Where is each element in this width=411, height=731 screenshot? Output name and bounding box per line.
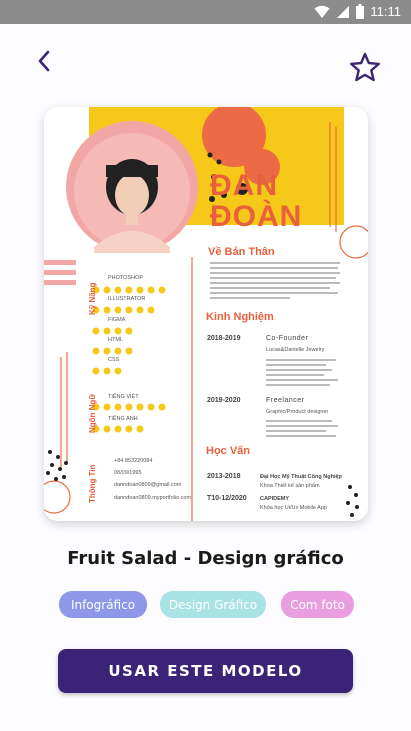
preview-skill: HTML — [108, 337, 123, 343]
preview-edu-years: T10-12/2020 — [207, 495, 247, 502]
preview-contact: danndoan0809.myportfolio.com — [114, 495, 192, 501]
tag-list: Infográfico Design Gráfico Com foto — [0, 591, 411, 619]
preview-name-line1: ĐAN — [210, 169, 278, 202]
preview-contact: 08/09/1995 — [114, 470, 142, 476]
preview-skill: PHOTOSHOP — [108, 275, 144, 281]
chevron-left-icon — [38, 50, 50, 72]
preview-contact-label: Thông Tin — [88, 464, 97, 503]
status-bar: 11:11 — [0, 0, 411, 24]
preview-exp-company: Lucas&Danielle Jewelry — [266, 347, 325, 353]
status-time: 11:11 — [370, 4, 401, 19]
preview-edu-detail: Khoa Thiết kế sản phẩm — [260, 483, 320, 489]
battery-icon — [356, 4, 365, 19]
preview-experience-heading: Kinh Nghiệm — [206, 311, 274, 323]
back-button[interactable] — [30, 46, 58, 76]
preview-exp-years: 2018-2019 — [207, 335, 241, 342]
preview-about-heading: Về Bản Thân — [208, 246, 275, 258]
tag-com-foto[interactable]: Com foto — [281, 591, 354, 618]
preview-exp-company: Graphic/Product designer — [266, 409, 329, 415]
preview-contact: +84 853220084 — [114, 458, 153, 464]
preview-edu-detail: Khóa học Ui/Ux Mobile App — [260, 505, 327, 511]
preview-skill: ILLUSTRATOR — [108, 296, 146, 302]
preview-name-line2: ĐOÀN — [210, 200, 303, 233]
favorite-button[interactable] — [347, 50, 383, 84]
template-title: Fruit Salad - Design gráfico — [67, 548, 344, 569]
preview-exp-years: 2019-2020 — [207, 397, 241, 404]
preview-language: TIẾNG ANH — [108, 416, 138, 422]
template-preview[interactable]: ĐAN ĐOÀN Về Bản Thân Kinh Nghiệm Học Vấn… — [44, 107, 368, 521]
tag-design-grafico[interactable]: Design Gráfico — [160, 591, 266, 618]
preview-contact: danndoan0809@gmail.com — [114, 482, 182, 488]
preview-skill: CSS — [108, 357, 120, 363]
tag-infografico[interactable]: Infográfico — [59, 591, 147, 618]
preview-edu-school: Đại Học Mỹ Thuật Công Nghiệp — [260, 474, 342, 480]
preview-edu-years: 2013-2018 — [207, 473, 241, 480]
preview-skill: FIGMA — [108, 317, 126, 323]
use-template-button[interactable]: USAR ESTE MODELO — [58, 649, 353, 693]
star-outline-icon — [350, 52, 380, 82]
signal-icon — [337, 5, 350, 18]
wifi-icon — [314, 5, 330, 18]
preview-skills-label: Kỹ Năng — [88, 282, 97, 315]
preview-edu-school: CAPIDEMY — [260, 496, 290, 502]
preview-exp-role: Co-Founder — [266, 335, 309, 342]
preview-exp-role: Freelancer — [266, 397, 305, 404]
preview-language: TIẾNG VIỆT — [108, 394, 139, 400]
preview-education-heading: Học Vấn — [206, 445, 251, 457]
preview-languages-label: Ngôn Ngữ — [88, 393, 97, 433]
